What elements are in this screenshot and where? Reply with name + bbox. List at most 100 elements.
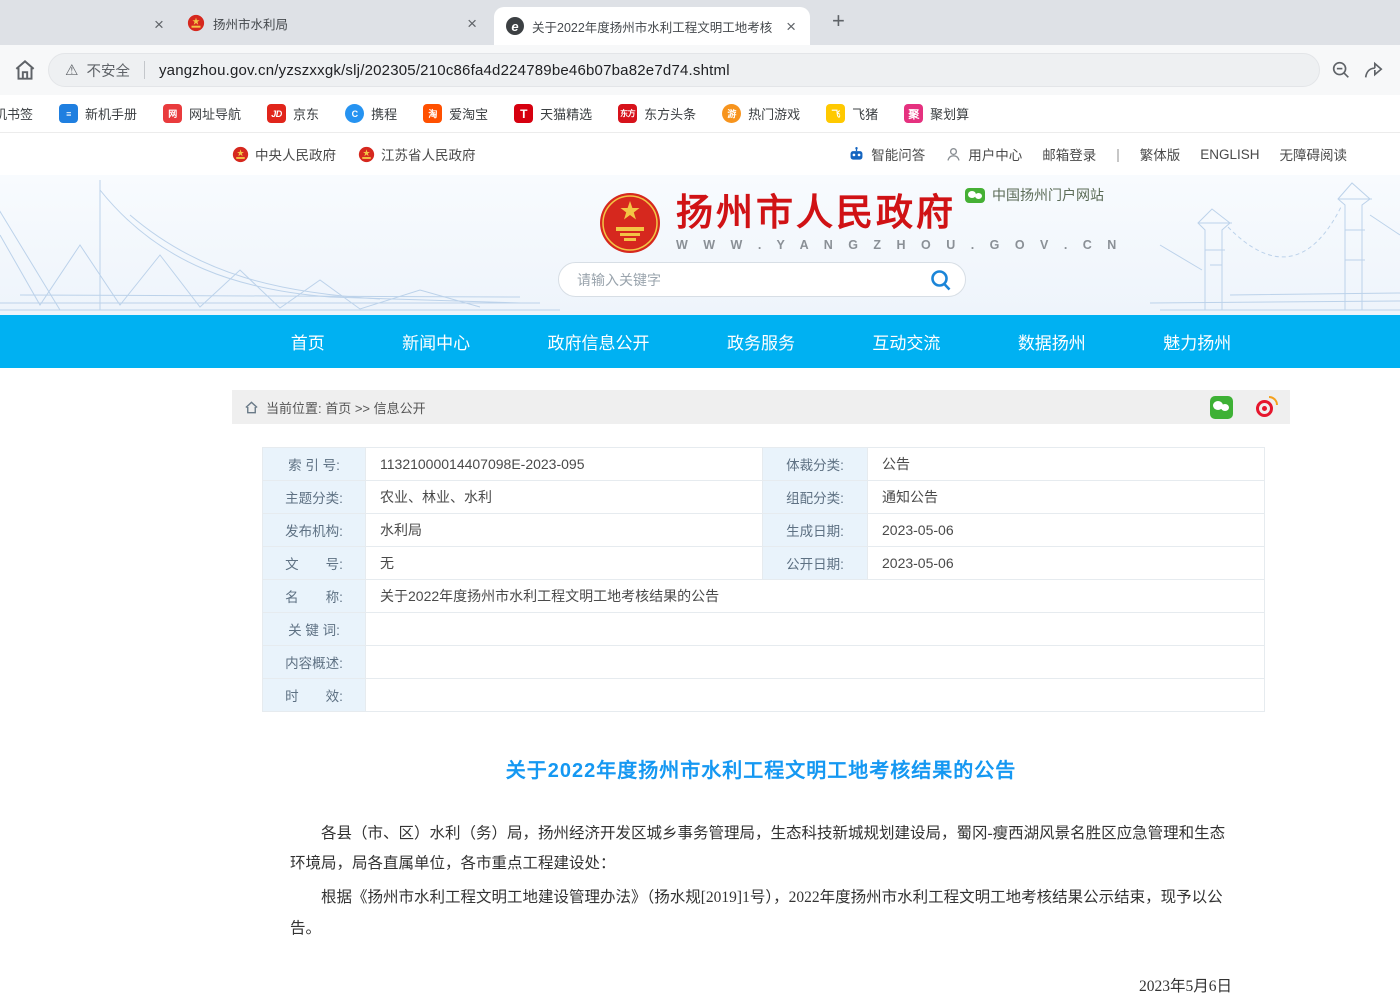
nav-charming-yangzhou[interactable]: 魅力扬州 (1163, 329, 1231, 354)
juhuasuan-icon: 聚 (904, 104, 923, 123)
meta-label: 名 称: (263, 580, 366, 613)
meta-value-genre: 公告 (868, 448, 1265, 481)
bookmark-label: 天猫精选 (540, 104, 592, 123)
manual-icon: ≡ (59, 104, 78, 123)
national-emblem-icon (598, 191, 662, 255)
bookmark-remen-youxi[interactable]: 游热门游戏 (722, 104, 800, 123)
bookmark-label: 京东 (293, 104, 319, 123)
portal-wechat-link[interactable]: 中国扬州门户网站 (965, 185, 1104, 205)
new-tab-button[interactable]: + (832, 10, 845, 32)
meta-label: 索 引 号: (263, 448, 366, 481)
meta-label: 内容概述: (263, 646, 366, 679)
bookmark-aitaobao[interactable]: 淘爱淘宝 (423, 104, 488, 123)
nav-site-icon: 网 (163, 104, 182, 123)
zoom-out-icon[interactable] (1330, 59, 1352, 81)
article-paragraph: 各县（市、区）水利（务）局，扬州经济开发区城乡事务管理局，生态科技新城规划建设局… (290, 819, 1232, 879)
bookmark-tmall[interactable]: T 天猫精选 (514, 104, 592, 123)
toutiao-icon: 东方 (618, 104, 637, 123)
site-search[interactable] (558, 262, 966, 297)
bookmark-dongfang-toutiao[interactable]: 东方东方头条 (618, 104, 696, 123)
share-wechat-icon[interactable] (1210, 396, 1233, 419)
tab-announcement-active[interactable]: e 关于2022年度扬州市水利工程文明工地考核结果的公告 × (494, 7, 810, 45)
site-banner: 扬州市人民政府 W W W . Y A N G Z H O U . G O V … (0, 175, 1400, 315)
security-warning-icon[interactable]: ⚠ (65, 61, 78, 79)
meta-label: 文 号: (263, 547, 366, 580)
bookmark-jishuqian[interactable]: 机书签 (0, 104, 33, 123)
home-icon[interactable] (12, 57, 38, 83)
bookmark-label: 聚划算 (930, 104, 969, 123)
url-text[interactable]: yangzhou.gov.cn/yzszxxgk/slj/202305/210c… (159, 62, 730, 79)
nav-news-center[interactable]: 新闻中心 (402, 329, 470, 354)
share-weibo-icon[interactable] (1255, 396, 1278, 419)
bookmark-xinji-shouce[interactable]: ≡ 新机手册 (59, 104, 137, 123)
meta-value-validity (366, 679, 1265, 712)
meta-value-title: 关于2022年度扬州市水利工程文明工地考核结果的公告 (366, 580, 1265, 613)
bookmark-wangzhi-daohang[interactable]: 网网址导航 (163, 104, 241, 123)
bookmark-label: 热门游戏 (748, 104, 800, 123)
close-tab-icon[interactable]: × (148, 12, 170, 37)
nav-gov-services[interactable]: 政务服务 (727, 329, 795, 354)
bookmark-label: 携程 (371, 104, 397, 123)
accessibility-link[interactable]: 无障碍阅读 (1280, 144, 1348, 164)
document-meta-table: 索 引 号: 11321000014407098E-2023-095 体裁分类:… (262, 447, 1265, 712)
browser-toolbar: ⚠ 不安全 yangzhou.gov.cn/yzszxxgk/slj/20230… (0, 45, 1400, 95)
meta-value-agency: 水利局 (366, 514, 763, 547)
meta-value-created-date: 2023-05-06 (868, 514, 1265, 547)
smart-qa-link[interactable]: 智能问答 (848, 144, 925, 164)
games-icon: 游 (722, 104, 741, 123)
nav-home[interactable]: 首页 (291, 329, 325, 354)
link-jiangsu-government[interactable]: 江苏省人民政府 (358, 144, 476, 164)
tmall-icon: T (514, 104, 533, 123)
tab-title: 关于2022年度扬州市水利工程文明工地考核结果的公告 (532, 17, 772, 36)
mail-login-link[interactable]: 邮箱登录 (1042, 144, 1096, 164)
nav-data-yangzhou[interactable]: 数据扬州 (1018, 329, 1086, 354)
meta-label: 发布机构: (263, 514, 366, 547)
ctrip-icon: C (345, 104, 364, 123)
jd-icon: JD (267, 104, 286, 123)
bookmark-label: 飞猪 (852, 104, 878, 123)
search-icon[interactable] (929, 268, 953, 292)
user-center-link[interactable]: 用户中心 (945, 144, 1022, 164)
search-input[interactable] (577, 272, 929, 288)
gov-link-label: 江苏省人民政府 (381, 144, 476, 164)
bookmark-fliggy[interactable]: 飞飞猪 (826, 104, 878, 123)
table-row: 文 号: 无 公开日期: 2023-05-06 (263, 547, 1265, 580)
table-row: 内容概述: (263, 646, 1265, 679)
meta-value-doc-number: 无 (366, 547, 763, 580)
meta-value-keywords (366, 613, 1265, 646)
bookmark-label: 新机手册 (85, 104, 137, 123)
content-container: 当前位置: 首页 >> 信息公开 索 引 号: 1132100001440709… (232, 390, 1290, 997)
meta-value-group: 通知公告 (868, 481, 1265, 514)
meta-label: 主题分类: (263, 481, 366, 514)
gov-link-label: 中央人民政府 (255, 144, 336, 164)
close-tab-icon[interactable]: × (780, 14, 802, 39)
tab-yangzhou-water-bureau[interactable]: 扬州市水利局 × (175, 5, 491, 41)
meta-label: 生成日期: (763, 514, 868, 547)
english-link[interactable]: ENGLISH (1200, 147, 1259, 162)
bookmark-label: 网址导航 (189, 104, 241, 123)
bookmark-ctrip[interactable]: C 携程 (345, 104, 397, 123)
table-row: 关 键 词: (263, 613, 1265, 646)
article-title: 关于2022年度扬州市水利工程文明工地考核结果的公告 (290, 754, 1232, 783)
share-icon[interactable] (1362, 59, 1384, 81)
nav-interaction[interactable]: 互动交流 (872, 329, 940, 354)
tab-title: 扬州市水利局 (213, 14, 453, 33)
traditional-chinese-link[interactable]: 繁体版 (1140, 144, 1181, 164)
close-tab-icon[interactable]: × (461, 11, 483, 36)
bookmark-juhuasuan[interactable]: 聚聚划算 (904, 104, 969, 123)
bookmark-label: 爱淘宝 (449, 104, 488, 123)
gov-top-bar: 中央人民政府 江苏省人民政府 智能问答 用户中心 邮箱登录 | 繁体版 (0, 133, 1400, 175)
address-bar[interactable]: ⚠ 不安全 yangzhou.gov.cn/yzszxxgk/slj/20230… (48, 53, 1320, 87)
bookmarks-bar: 机书签 ≡ 新机手册 网网址导航 JD 京东 C 携程 淘爱淘宝 T 天猫精选 东方东方… (0, 95, 1400, 133)
meta-value-index-number: 11321000014407098E-2023-095 (366, 448, 763, 481)
meta-value-summary (366, 646, 1265, 679)
meta-value-topic: 农业、林业、水利 (366, 481, 763, 514)
nav-gov-info-disclosure[interactable]: 政府信息公开 (548, 329, 650, 354)
bookmark-jd[interactable]: JD 京东 (267, 104, 319, 123)
meta-value-publish-date: 2023-05-06 (868, 547, 1265, 580)
breadcrumb-text[interactable]: 当前位置: 首页 >> 信息公开 (266, 398, 426, 417)
link-central-government[interactable]: 中央人民政府 (232, 144, 336, 164)
home-icon (244, 400, 259, 415)
fliggy-icon: 飞 (826, 104, 845, 123)
meta-label: 关 键 词: (263, 613, 366, 646)
